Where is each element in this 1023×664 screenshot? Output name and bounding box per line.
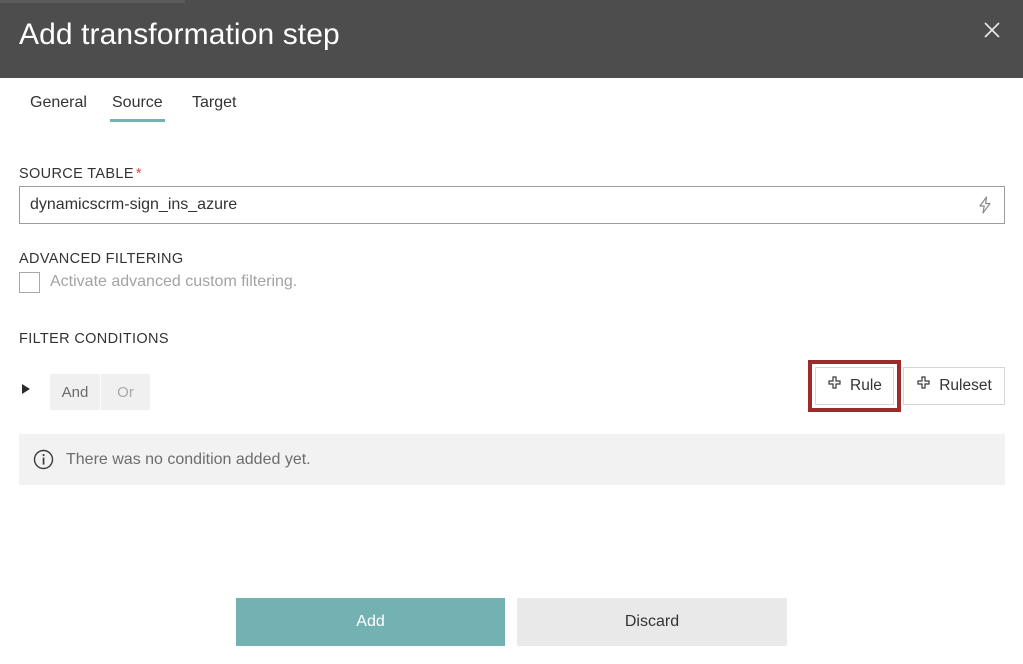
logic-operator-group: And Or: [50, 374, 150, 410]
add-rule-label: Rule: [850, 377, 882, 395]
logic-operator-or-label: Or: [117, 384, 134, 401]
info-circle-icon: [32, 449, 54, 471]
discard-button-label: Discard: [625, 613, 679, 631]
logic-operator-or[interactable]: Or: [100, 374, 150, 410]
logic-operator-and-label: And: [62, 384, 89, 401]
tab-label: General: [30, 94, 87, 111]
activate-advanced-filtering-label: Activate advanced custom filtering.: [50, 273, 297, 291]
tab-label: Source: [112, 94, 163, 111]
tab-label: Target: [192, 94, 236, 111]
close-button[interactable]: [975, 13, 1009, 47]
tab-underline: [28, 119, 89, 122]
tab-general[interactable]: General: [28, 90, 89, 122]
header-top-strip: [0, 0, 185, 3]
add-ruleset-button[interactable]: Ruleset: [903, 367, 1005, 405]
plus-icon: [827, 376, 842, 396]
tab-underline-active: [110, 119, 165, 122]
tab-underline: [190, 119, 238, 122]
advanced-filtering-row[interactable]: Activate advanced custom filtering.: [19, 270, 297, 294]
tab-target[interactable]: Target: [190, 90, 238, 122]
source-table-input[interactable]: [20, 187, 960, 223]
add-button-label: Add: [356, 613, 384, 631]
source-table-label: SOURCE TABLE*: [19, 166, 142, 182]
filter-conditions-label: FILTER CONDITIONS: [19, 331, 169, 347]
tab-bar: General Source Target: [0, 90, 1023, 134]
dialog-title: Add transformation step: [19, 18, 340, 52]
plus-icon: [916, 376, 931, 396]
source-table-label-text: SOURCE TABLE: [19, 166, 134, 182]
triangle-right-icon[interactable]: [19, 381, 33, 397]
required-asterisk: *: [136, 166, 142, 182]
add-button[interactable]: Add: [236, 598, 505, 646]
dialog-header: Add transformation step: [0, 0, 1023, 78]
empty-conditions-message: There was no condition added yet.: [19, 434, 1005, 485]
lightning-bolt-icon[interactable]: [974, 194, 996, 216]
activate-advanced-filtering-checkbox[interactable]: [19, 272, 40, 293]
tab-source[interactable]: Source: [110, 90, 165, 122]
source-table-field[interactable]: [19, 186, 1005, 224]
add-rule-button[interactable]: Rule: [815, 367, 894, 405]
close-icon: [982, 20, 1002, 40]
advanced-filtering-label: ADVANCED FILTERING: [19, 251, 183, 267]
empty-conditions-text: There was no condition added yet.: [66, 451, 311, 469]
discard-button[interactable]: Discard: [517, 598, 787, 646]
logic-operator-and[interactable]: And: [50, 374, 100, 410]
add-ruleset-label: Ruleset: [939, 377, 992, 395]
